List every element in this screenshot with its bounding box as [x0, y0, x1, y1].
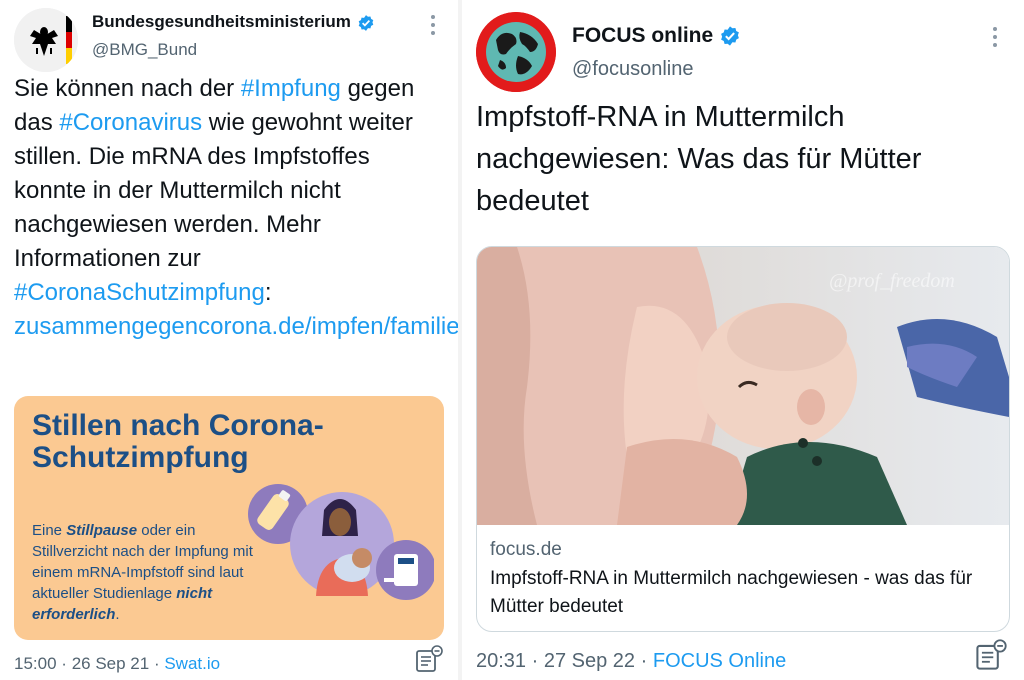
tweet-text-segment: Sie können nach der	[14, 75, 241, 102]
author-name[interactable]: FOCUS online	[572, 24, 741, 48]
link-domain: focus.de	[490, 539, 562, 560]
hashtag-impfung[interactable]: #Impfung	[241, 75, 341, 102]
tweet-headline: Impfstoff-RNA in Muttermilch nachgewiese…	[476, 101, 922, 217]
separator: ·	[61, 654, 67, 673]
breastfeeding-photo: @prof_freedom	[477, 247, 1009, 525]
card-body: Eine Stillpause oder ein Stillverzicht n…	[32, 520, 262, 625]
tweet-source-link[interactable]: Swat.io	[164, 654, 220, 673]
more-options-icon[interactable]	[430, 14, 436, 36]
tweet-footer: 20:31 · 27 Sep 22 · FOCUS Online	[476, 650, 786, 673]
image-watermark: @prof_freedom	[829, 270, 955, 292]
bmg-avatar[interactable]	[14, 8, 78, 72]
separator: ·	[531, 650, 539, 672]
tweet-tool-icon[interactable]	[974, 638, 1008, 672]
link-preview-card[interactable]: @prof_freedom focus.de Impfstoff-RNA in …	[476, 246, 1010, 632]
mother-baby-illustration	[248, 484, 434, 600]
author-handle[interactable]: @focusonline	[572, 58, 693, 81]
tweet-date[interactable]: 27 Sep 22	[544, 650, 635, 672]
tweet-text-segment: :	[264, 279, 272, 306]
tweet-tool-icon[interactable]	[414, 644, 444, 674]
tweet-time[interactable]: 15:00	[14, 654, 57, 673]
tweet-time[interactable]: 20:31	[476, 650, 526, 672]
separator: ·	[153, 654, 160, 673]
globe-logo	[476, 12, 556, 92]
author-name-text[interactable]: Bundesgesundheitsministerium	[92, 12, 351, 31]
link-preview-image: @prof_freedom	[477, 247, 1009, 525]
verified-badge-icon	[721, 26, 740, 47]
author-name[interactable]: Bundesgesundheitsministerium	[92, 12, 375, 32]
info-card[interactable]: Stillen nach Corona-Schutzimpfung Eine S…	[14, 396, 444, 640]
card-body-emphasis: Stillpause	[66, 522, 138, 539]
tweet-source-link[interactable]: FOCUS Online	[653, 650, 786, 672]
tweet-text: Sie können nach der #Impfung gegen das #…	[14, 72, 480, 344]
card-title: Stillen nach Corona-Schutzimpfung	[32, 409, 324, 474]
tweet-date[interactable]: 26 Sep 21	[72, 654, 150, 673]
federal-eagle-logo	[14, 8, 78, 72]
card-body-segment: Eine	[32, 522, 67, 539]
left-tweet: Bundesgesundheitsministerium @BMG_Bund S…	[0, 0, 480, 680]
hashtag-coronaschutzimpfung[interactable]: #CoronaSchutzimpfung	[14, 279, 265, 306]
hashtag-coronavirus[interactable]: #Coronavirus	[59, 109, 202, 136]
tweet-footer: 15:00 · 26 Sep 21 · Swat.io	[14, 654, 220, 674]
tweet-link[interactable]: zusammengegencorona.de/impfen/familie...	[14, 313, 480, 340]
verified-badge-icon	[358, 14, 374, 31]
focus-avatar[interactable]	[476, 12, 556, 92]
right-tweet: FOCUS online @focusonline Impfstoff-RNA …	[462, 0, 1024, 680]
card-body-segment: .	[115, 606, 120, 623]
link-title[interactable]: Impfstoff-RNA in Muttermilch nachgewiese…	[490, 565, 1000, 621]
separator: ·	[640, 650, 648, 672]
more-options-icon[interactable]	[992, 26, 998, 48]
author-handle[interactable]: @BMG_Bund	[92, 40, 197, 60]
author-name-text[interactable]: FOCUS online	[572, 24, 713, 47]
